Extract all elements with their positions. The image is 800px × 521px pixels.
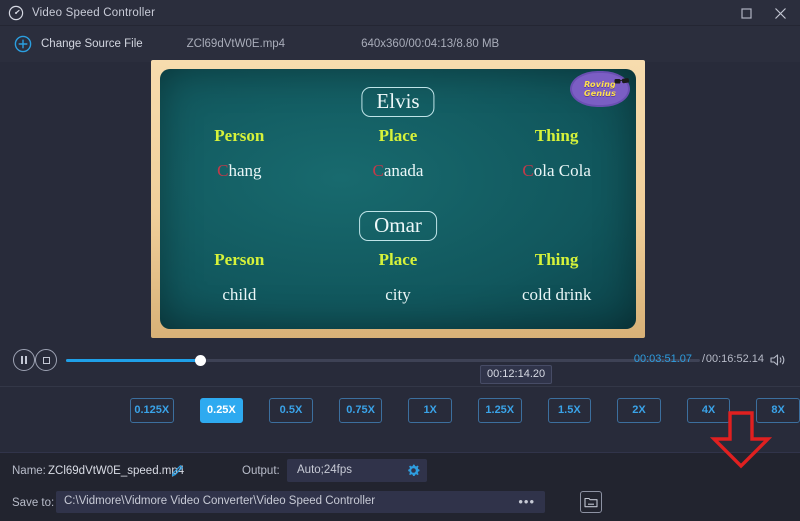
plus-circle-icon[interactable]	[14, 35, 32, 53]
video-frame[interactable]: Roving Genius Elvis Person Place Thing C…	[151, 60, 645, 338]
save-path-value: C:\Vidmore\Vidmore Video Converter\Video…	[64, 495, 376, 507]
video-header: Thing	[534, 126, 579, 145]
speed-option-025x[interactable]: 0.25X	[199, 397, 244, 423]
red-down-arrow-annotation	[708, 411, 774, 469]
video-canvas[interactable]: Roving Genius Elvis Person Place Thing C…	[160, 69, 636, 329]
video-value: Cola Cola	[522, 161, 591, 180]
stop-icon	[42, 356, 50, 364]
speed-option-1x[interactable]: 1X	[408, 397, 452, 423]
video-headers-row-2: Person Place Thing	[160, 250, 636, 270]
speed-option-0125x[interactable]: 0.125X	[130, 397, 174, 423]
app-speed-gauge-icon	[8, 5, 24, 21]
time-separator: /	[701, 353, 705, 365]
progress-handle[interactable]	[195, 355, 206, 366]
speed-option-15x[interactable]: 1.5X	[547, 397, 592, 423]
video-speed-controller-window: Video Speed Controller Change Source Fil…	[0, 0, 800, 521]
gear-icon[interactable]	[406, 463, 421, 478]
video-headers-row-1: Person Place Thing	[160, 126, 636, 146]
pencil-icon[interactable]	[170, 463, 185, 478]
pause-icon	[21, 356, 27, 364]
output-format-value: Auto;24fps	[297, 464, 352, 476]
output-format-field[interactable]: Auto;24fps	[287, 459, 427, 482]
name-label: Name:	[12, 465, 46, 477]
volume-icon[interactable]	[770, 353, 788, 367]
video-value: city	[385, 285, 411, 304]
speed-option-2x[interactable]: 2X	[617, 397, 661, 423]
output-name-value: ZCl69dVtW0E_speed.mp4	[48, 465, 185, 477]
maximize-button[interactable]	[732, 1, 760, 25]
output-settings-panel: Name: ZCl69dVtW0E_speed.mp4 Output: Auto…	[0, 452, 800, 521]
title-bar: Video Speed Controller	[0, 0, 800, 26]
video-value: Chang	[217, 161, 262, 180]
source-file-meta: 640x360/00:04:13/8.80 MB	[361, 38, 500, 50]
save-to-label: Save to:	[12, 497, 55, 509]
save-path-field[interactable]: C:\Vidmore\Vidmore Video Converter\Video…	[56, 491, 545, 513]
video-header: Person	[214, 250, 265, 269]
output-label: Output:	[242, 465, 280, 477]
close-button[interactable]	[766, 1, 794, 25]
stop-button[interactable]	[35, 349, 57, 371]
progress-fill	[66, 359, 201, 362]
window-controls	[732, 0, 794, 26]
video-name-pill-2: Omar	[359, 211, 437, 241]
change-source-file-button[interactable]: Change Source File	[41, 38, 143, 50]
logo-badge: Roving Genius	[572, 73, 630, 105]
video-header: Person	[214, 126, 265, 145]
video-values-row-1: Chang Canada Cola Cola	[160, 161, 636, 181]
video-header: Place	[378, 250, 418, 269]
sunglasses-icon	[614, 78, 630, 84]
video-value: Canada	[372, 161, 424, 180]
current-time: 00:03:51.07	[633, 353, 692, 365]
speed-options-row: 0.125X 0.25X 0.5X 0.75X 1X 1.25X 1.5X 2X…	[0, 394, 800, 426]
speed-option-125x[interactable]: 1.25X	[477, 397, 522, 423]
browse-button[interactable]: •••	[518, 494, 535, 509]
video-name-pill-1: Elvis	[361, 87, 435, 117]
section-divider	[0, 386, 800, 387]
source-bar: Change Source File ZCl69dVtW0E.mp4 640x3…	[0, 26, 800, 62]
video-value: child	[222, 285, 257, 304]
window-title: Video Speed Controller	[32, 6, 156, 19]
video-value: cold drink	[521, 285, 592, 304]
progress-slider[interactable]	[66, 355, 700, 366]
logo-line-2: Genius	[583, 89, 617, 98]
logo-line-1: Roving	[584, 80, 616, 89]
total-time: 00:16:52.14	[705, 353, 764, 365]
video-header: Place	[378, 126, 418, 145]
open-folder-button[interactable]	[580, 491, 602, 513]
video-preview-stage: Roving Genius Elvis Person Place Thing C…	[0, 60, 800, 338]
speed-option-075x[interactable]: 0.75X	[338, 397, 383, 423]
speed-option-05x[interactable]: 0.5X	[269, 397, 313, 423]
roving-genius-logo: Roving Genius	[568, 71, 632, 107]
folder-icon	[584, 497, 598, 508]
pause-button[interactable]	[13, 349, 35, 371]
seek-tooltip: 00:12:14.20	[480, 365, 553, 384]
playback-bar: 00:03:51.07 / 00:16:52.14	[0, 338, 800, 386]
video-header: Thing	[534, 250, 579, 269]
video-values-row-2: child city cold drink	[160, 285, 636, 305]
source-file-name: ZCl69dVtW0E.mp4	[186, 38, 286, 50]
